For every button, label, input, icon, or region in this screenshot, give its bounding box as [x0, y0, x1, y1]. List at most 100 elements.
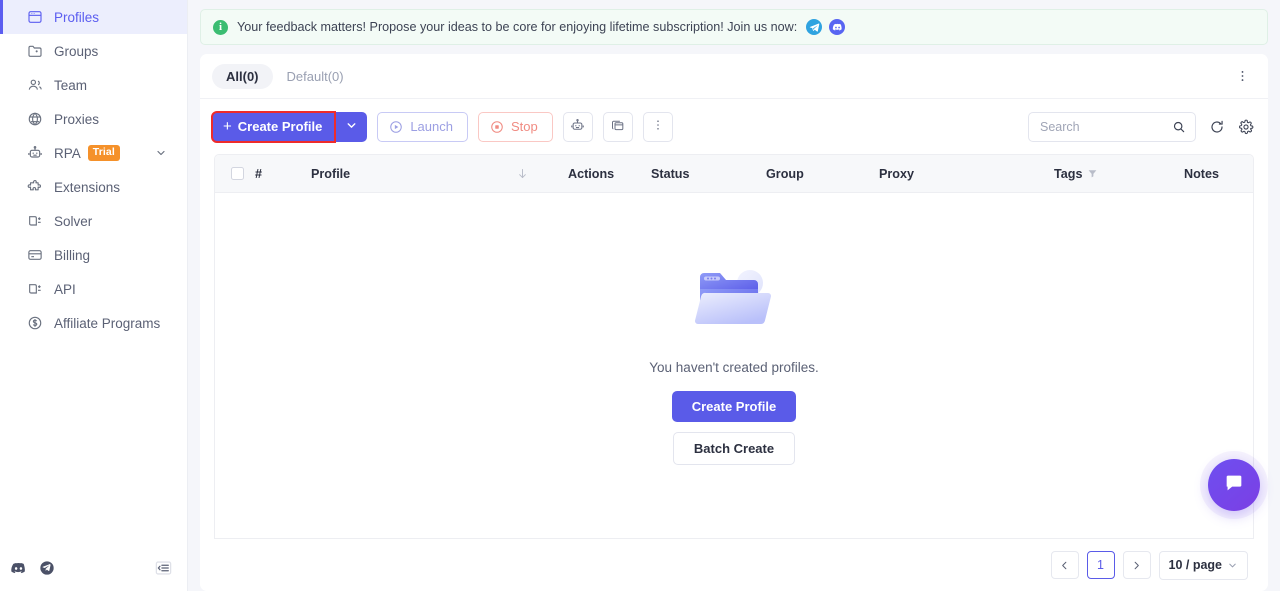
folder-icon — [26, 43, 43, 60]
profiles-toolbar: + Create Profile Launc — [200, 98, 1268, 154]
select-all-checkbox[interactable] — [231, 167, 244, 180]
gear-icon[interactable] — [1238, 119, 1254, 135]
more-vertical-icon[interactable] — [1235, 69, 1250, 84]
sidebar-item-rpa[interactable]: RPA Trial — [0, 136, 187, 170]
pagination-page-1[interactable]: 1 — [1087, 551, 1115, 579]
column-header-number[interactable]: # — [255, 167, 311, 181]
telegram-icon[interactable] — [806, 19, 822, 35]
pagination-next-button[interactable] — [1123, 551, 1151, 579]
sidebar-item-label: Solver — [54, 214, 92, 229]
group-tabs: All(0) Default(0) — [200, 54, 1268, 98]
empty-folder-icon — [688, 261, 780, 344]
chevron-down-icon[interactable] — [155, 147, 167, 159]
refresh-icon[interactable] — [1209, 119, 1225, 135]
column-header-profile[interactable]: Profile — [311, 167, 516, 181]
info-icon: i — [213, 20, 228, 35]
robot-icon — [570, 118, 585, 136]
sidebar-item-label: Groups — [54, 44, 98, 59]
sidebar-item-solver[interactable]: Solver — [0, 204, 187, 238]
column-header-group[interactable]: Group — [766, 167, 879, 181]
search-icon[interactable] — [1172, 120, 1186, 134]
sidebar-item-affiliate-programs[interactable]: Affiliate Programs — [0, 306, 187, 340]
rpa-trial-badge: Trial — [88, 145, 120, 160]
sidebar-item-label: Extensions — [54, 180, 120, 195]
feedback-banner: i Your feedback matters! Propose your id… — [200, 9, 1268, 45]
column-header-tags[interactable]: Tags — [1054, 167, 1184, 181]
chevron-down-icon — [345, 119, 358, 135]
dollar-circle-icon — [26, 315, 43, 332]
launch-button[interactable]: Launch — [377, 112, 468, 142]
column-header-proxy[interactable]: Proxy — [879, 167, 1054, 181]
create-profile-dropdown-button[interactable] — [335, 112, 367, 142]
toolbar-right-group — [1028, 112, 1254, 142]
table-header-row: # Profile Actions Status Group Proxy — [215, 155, 1253, 193]
search-box[interactable] — [1028, 112, 1196, 142]
more-vertical-icon — [651, 118, 665, 135]
api-icon — [26, 281, 43, 298]
play-circle-icon — [389, 120, 403, 134]
globe-icon — [26, 111, 43, 128]
pagination-prev-button[interactable] — [1051, 551, 1079, 579]
sidebar-item-billing[interactable]: Billing — [0, 238, 187, 272]
sidebar-item-team[interactable]: Team — [0, 68, 187, 102]
sidebar-social-links — [10, 560, 55, 577]
browser-window-icon — [26, 9, 43, 26]
sidebar-item-api[interactable]: API — [0, 272, 187, 306]
robot-icon — [26, 145, 43, 162]
toolbar-more-button[interactable] — [643, 112, 673, 142]
chat-support-button[interactable] — [1208, 459, 1260, 511]
column-header-actions[interactable]: Actions — [516, 167, 651, 181]
profiles-panel: All(0) Default(0) + Create Profile — [200, 54, 1268, 591]
plus-icon: + — [223, 119, 232, 134]
search-input[interactable] — [1040, 120, 1172, 134]
users-icon — [26, 77, 43, 94]
sort-descending-icon[interactable] — [516, 167, 529, 180]
sidebar-item-label: Team — [54, 78, 87, 93]
column-header-notes[interactable]: Notes — [1184, 167, 1253, 181]
stop-label: Stop — [511, 119, 538, 134]
window-arrange-button[interactable] — [603, 112, 633, 142]
solver-icon — [26, 213, 43, 230]
column-header-actions-label: Actions — [568, 167, 614, 181]
banner-text: Your feedback matters! Propose your idea… — [237, 20, 797, 34]
filter-funnel-icon[interactable] — [1087, 168, 1098, 179]
pagination: 1 10 / page — [200, 539, 1268, 591]
create-profile-button[interactable]: + Create Profile — [212, 112, 335, 142]
select-all-cell — [215, 167, 255, 180]
telegram-icon[interactable] — [39, 560, 55, 576]
empty-state-message: You haven't created profiles. — [649, 360, 818, 375]
sidebar-item-label: Profiles — [54, 10, 99, 25]
chat-bubble-icon — [1223, 472, 1245, 499]
page-size-label: 10 / page — [1169, 558, 1223, 572]
sidebar-item-label: API — [54, 282, 76, 297]
column-header-tags-label: Tags — [1054, 167, 1082, 181]
banner-links — [806, 19, 845, 35]
create-profile-label: Create Profile — [238, 119, 323, 134]
tab-all[interactable]: All(0) — [212, 64, 273, 89]
discord-icon[interactable] — [10, 560, 27, 577]
column-header-status[interactable]: Status — [651, 167, 766, 181]
main-content: i Your feedback matters! Propose your id… — [188, 0, 1280, 591]
create-profile-group: + Create Profile — [212, 112, 367, 142]
puzzle-icon — [26, 179, 43, 196]
empty-batch-create-button[interactable]: Batch Create — [673, 432, 795, 465]
sidebar-footer — [0, 545, 187, 591]
sidebar-item-label: Billing — [54, 248, 90, 263]
sidebar-item-extensions[interactable]: Extensions — [0, 170, 187, 204]
profiles-table: # Profile Actions Status Group Proxy — [214, 154, 1254, 539]
rpa-automation-button[interactable] — [563, 112, 593, 142]
sidebar-item-groups[interactable]: Groups — [0, 34, 187, 68]
page-size-select[interactable]: 10 / page — [1159, 551, 1249, 580]
sidebar-item-proxies[interactable]: Proxies — [0, 102, 187, 136]
sidebar-item-profiles[interactable]: Profiles — [0, 0, 187, 34]
stop-button[interactable]: Stop — [478, 112, 553, 142]
sidebar-nav: Profiles Groups Team — [0, 0, 187, 545]
empty-create-profile-button[interactable]: Create Profile — [672, 391, 797, 422]
tab-default[interactable]: Default(0) — [273, 64, 358, 89]
sidebar-item-label: RPA — [54, 146, 81, 161]
sidebar-item-label: Proxies — [54, 112, 99, 127]
collapse-sidebar-icon[interactable] — [154, 559, 173, 578]
table-body: You haven't created profiles. Create Pro… — [215, 193, 1253, 538]
discord-icon[interactable] — [829, 19, 845, 35]
credit-card-icon — [26, 247, 43, 264]
